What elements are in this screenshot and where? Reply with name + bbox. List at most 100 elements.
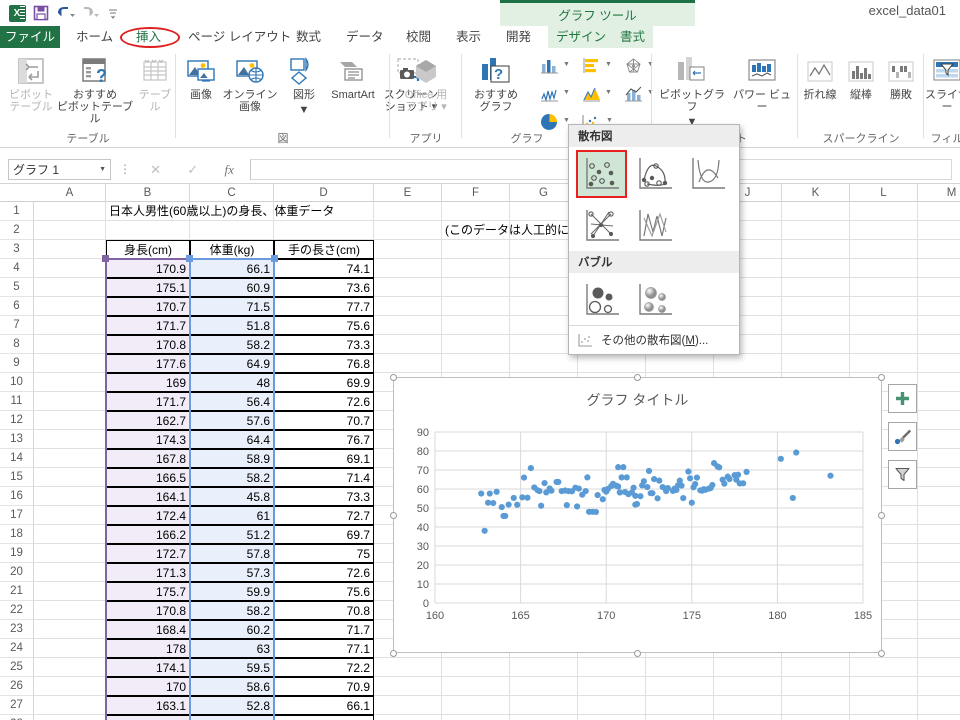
data-point[interactable] xyxy=(527,465,534,472)
cell-M21[interactable] xyxy=(918,582,960,601)
scatter-chart-object[interactable]: グラフ タイトル 0 10 20 30 40 50 60 70 80 90 160 165 170 175… xyxy=(393,377,882,653)
cell-C23[interactable]: 60.2 xyxy=(190,620,274,639)
cell-D21[interactable]: 75.6 xyxy=(274,582,374,601)
cell-C25[interactable]: 59.5 xyxy=(190,658,274,677)
data-point[interactable] xyxy=(514,501,521,508)
row-header-21[interactable]: 21 xyxy=(0,582,34,601)
cell-H27[interactable] xyxy=(578,696,646,715)
data-point[interactable] xyxy=(688,499,695,506)
cell-B5[interactable]: 175.1 xyxy=(106,278,190,297)
cell-C11[interactable]: 56.4 xyxy=(190,392,274,411)
data-point[interactable] xyxy=(481,527,488,534)
data-point[interactable] xyxy=(671,485,678,492)
cell-J26[interactable] xyxy=(714,677,782,696)
cell-B2[interactable] xyxy=(106,221,190,240)
cell-C6[interactable]: 71.5 xyxy=(190,297,274,316)
area-chart-caret-icon[interactable]: ▼ xyxy=(605,89,612,96)
cell-A16[interactable] xyxy=(34,487,106,506)
cell-D25[interactable]: 72.2 xyxy=(274,658,374,677)
cell-D11[interactable]: 72.6 xyxy=(274,392,374,411)
data-point[interactable] xyxy=(680,495,687,502)
winloss-sparkline-button[interactable]: 勝敗 xyxy=(882,52,920,101)
data-point[interactable] xyxy=(594,491,601,499)
cell-G9[interactable] xyxy=(510,354,578,373)
data-point[interactable] xyxy=(608,482,615,490)
data-point[interactable] xyxy=(493,488,500,495)
cell-A14[interactable] xyxy=(34,449,106,468)
cell-M18[interactable] xyxy=(918,525,960,544)
chart-resize-handle-nw[interactable] xyxy=(390,374,397,381)
column-sparkline-button[interactable]: 縦棒 xyxy=(842,52,880,101)
cancel-icon[interactable]: ✕ xyxy=(150,162,161,178)
cell-D17[interactable]: 72.7 xyxy=(274,506,374,525)
cell-K4[interactable] xyxy=(782,259,850,278)
table-header-C[interactable]: 体重(kg) xyxy=(190,240,274,259)
cell-F5[interactable] xyxy=(442,278,510,297)
cell-L4[interactable] xyxy=(850,259,918,278)
chart-resize-handle-w[interactable] xyxy=(390,512,397,519)
cell-K3[interactable] xyxy=(782,240,850,259)
cell-M23[interactable] xyxy=(918,620,960,639)
cell-E26[interactable] xyxy=(374,677,442,696)
data-point[interactable] xyxy=(584,474,591,481)
data-point[interactable] xyxy=(534,487,541,494)
data-point[interactable] xyxy=(615,483,622,490)
cell-B18[interactable]: 166.2 xyxy=(106,525,190,544)
cell-A9[interactable] xyxy=(34,354,106,373)
area-chart-button[interactable] xyxy=(576,82,606,104)
cell-M9[interactable] xyxy=(918,354,960,373)
column-header-f[interactable]: F xyxy=(442,184,510,202)
column-header-m[interactable]: M xyxy=(918,184,960,202)
recommended-charts-button[interactable]: ? おすすめ グラフ xyxy=(468,52,524,113)
pivot-table-button[interactable]: ピボット テーブル xyxy=(6,52,56,113)
cell-M4[interactable] xyxy=(918,259,960,278)
cell-A5[interactable] xyxy=(34,278,106,297)
cell-K5[interactable] xyxy=(782,278,850,297)
cell-E4[interactable] xyxy=(374,259,442,278)
data-point[interactable] xyxy=(743,468,750,475)
bubble-3d-chart-option[interactable] xyxy=(630,277,679,323)
cell-L7[interactable] xyxy=(850,316,918,335)
power-view-button[interactable]: パワー ビュー xyxy=(728,52,796,113)
cell-A21[interactable] xyxy=(34,582,106,601)
cell-D12[interactable]: 70.7 xyxy=(274,411,374,430)
cell-A22[interactable] xyxy=(34,601,106,620)
chart-styles-button[interactable] xyxy=(888,422,917,451)
cell-M26[interactable] xyxy=(918,677,960,696)
cell-M24[interactable] xyxy=(918,639,960,658)
cell-F28[interactable] xyxy=(442,715,510,720)
cell-M10[interactable] xyxy=(918,373,960,392)
cell-C24[interactable]: 63 xyxy=(190,639,274,658)
chart-filters-button[interactable] xyxy=(888,460,917,489)
scatter-chart-caret-icon[interactable]: ▼ xyxy=(606,117,613,124)
data-point[interactable] xyxy=(639,482,646,489)
data-point[interactable] xyxy=(620,464,627,471)
data-point[interactable] xyxy=(490,499,497,507)
selection-handle-c-end[interactable] xyxy=(271,255,278,262)
data-point[interactable] xyxy=(563,502,570,509)
cell-M3[interactable] xyxy=(918,240,960,259)
cell-A13[interactable] xyxy=(34,430,106,449)
cell-D10[interactable]: 69.9 xyxy=(274,373,374,392)
cell-E25[interactable] xyxy=(374,658,442,677)
cell-A2[interactable] xyxy=(34,221,106,240)
cell-D7[interactable]: 75.6 xyxy=(274,316,374,335)
cell-G27[interactable] xyxy=(510,696,578,715)
data-point[interactable] xyxy=(686,475,694,482)
scatter-straight-lines-option[interactable] xyxy=(630,203,679,249)
data-point[interactable] xyxy=(519,494,526,501)
cell-G25[interactable] xyxy=(510,658,578,677)
data-point[interactable] xyxy=(789,494,796,502)
cell-K7[interactable] xyxy=(782,316,850,335)
cell-B12[interactable]: 162.7 xyxy=(106,411,190,430)
cell-M28[interactable] xyxy=(918,715,960,720)
tab-file[interactable]: ファイル xyxy=(0,26,60,48)
cell-E6[interactable] xyxy=(374,297,442,316)
row-header-8[interactable]: 8 xyxy=(0,335,34,354)
chart-elements-button[interactable] xyxy=(888,384,917,413)
cell-F6[interactable] xyxy=(442,297,510,316)
chart-resize-handle-ne[interactable] xyxy=(878,374,885,381)
cell-K9[interactable] xyxy=(782,354,850,373)
cell-K25[interactable] xyxy=(782,658,850,677)
cell-D6[interactable]: 77.7 xyxy=(274,297,374,316)
